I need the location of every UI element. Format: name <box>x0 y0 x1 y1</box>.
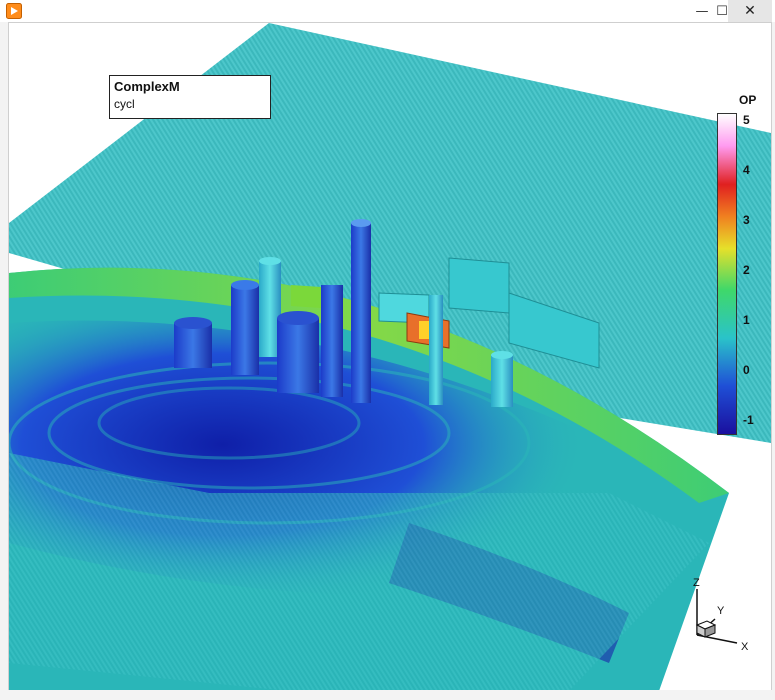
window-bottom-border <box>0 690 775 700</box>
tower-tall-top <box>351 219 371 227</box>
app-icon <box>6 3 22 19</box>
cylinder-2 <box>231 285 259 375</box>
cylinder-7-top <box>491 351 513 359</box>
legend-tick: 2 <box>743 263 750 277</box>
plot-title: ComplexM <box>114 79 180 94</box>
legend-color-bar <box>717 113 737 435</box>
legend-tick: 5 <box>743 113 750 127</box>
plot-title-box[interactable]: ComplexM cycl <box>109 75 271 119</box>
cylinder-1-top <box>174 317 212 329</box>
cylinder-7 <box>491 355 513 407</box>
legend-tick: 3 <box>743 213 750 227</box>
cylinder-4-top <box>277 311 319 325</box>
contour-legend[interactable]: OP 5 4 3 2 1 0 -1 <box>713 91 765 436</box>
axis-label-z: Z <box>693 577 700 589</box>
legend-tick: 0 <box>743 363 750 377</box>
axis-label-x: X <box>741 641 749 653</box>
tower-tall <box>351 223 371 403</box>
cylinder-5 <box>321 285 343 397</box>
legend-variable-label: OP <box>739 93 757 107</box>
axis-label-y: Y <box>717 605 725 617</box>
plot-viewport[interactable]: ComplexM cycl OP 5 4 3 2 1 0 -1 Z Y X <box>8 22 772 692</box>
plot-subtitle: cycl <box>114 97 135 111</box>
legend-tick: 4 <box>743 163 750 177</box>
app-window: — ☐ ✕ ComplexM cycl OP 5 4 3 2 1 0 -1 Z … <box>0 0 775 700</box>
3d-contour-scene[interactable] <box>9 23 771 691</box>
axis-triad[interactable]: Z Y X <box>677 577 757 659</box>
window-titlebar[interactable]: — ☐ ✕ <box>0 0 775 22</box>
close-button[interactable]: ✕ <box>728 0 772 22</box>
legend-tick: 1 <box>743 313 750 327</box>
cylinder-4 <box>277 318 319 393</box>
cylinder-6 <box>429 295 443 405</box>
building-box-4 <box>291 285 321 308</box>
cylinder-1 <box>174 323 212 368</box>
cylinder-2-top <box>231 280 259 290</box>
building-box-1 <box>448 257 510 314</box>
cylinder-3-top <box>259 257 281 265</box>
legend-tick: -1 <box>743 413 754 427</box>
